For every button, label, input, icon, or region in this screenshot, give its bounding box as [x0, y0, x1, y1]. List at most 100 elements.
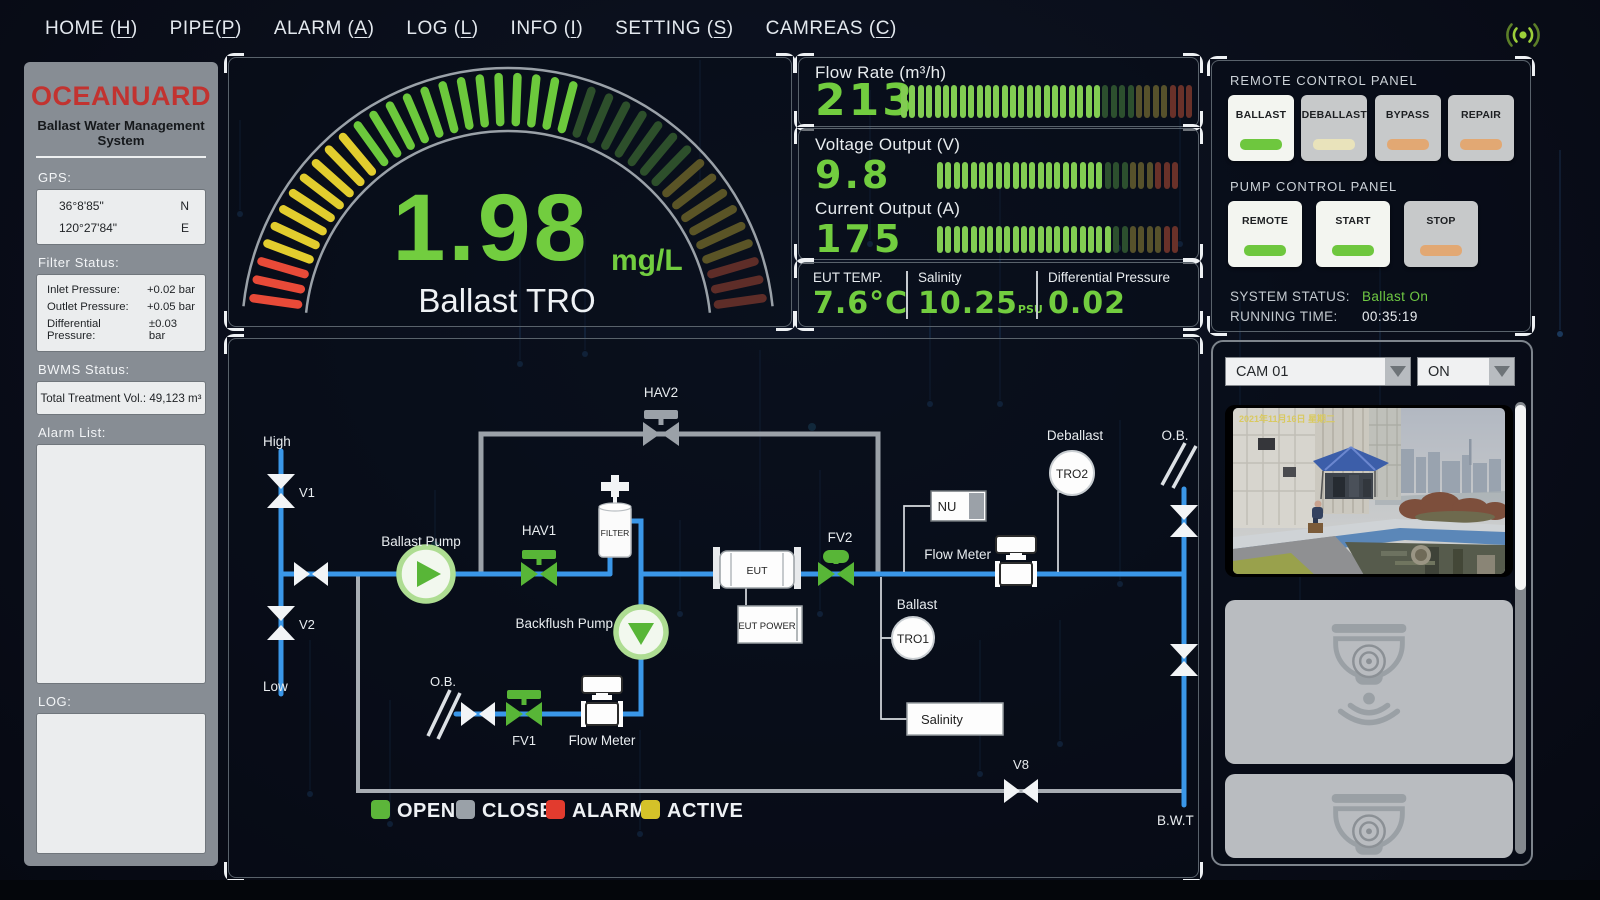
- bar-segment: [1178, 85, 1184, 118]
- repair-indicator: [1460, 139, 1502, 150]
- nav-setting[interactable]: SETTING (S): [615, 18, 733, 40]
- camera-select-dropdown[interactable]: CAM 01: [1225, 357, 1411, 386]
- repair-button[interactable]: REPAIR: [1448, 95, 1514, 161]
- nav-pipe[interactable]: PIPE(P): [170, 18, 242, 40]
- bar-segment: [1155, 226, 1161, 253]
- pump-control-title: PUMP CONTROL PANEL: [1230, 179, 1397, 194]
- divider: [906, 271, 908, 319]
- camera-placeholder-1: [1225, 600, 1513, 764]
- bwt-label: B.W.T: [1157, 813, 1194, 828]
- nav-log[interactable]: LOG (L): [406, 18, 478, 40]
- bar-segment: [1096, 162, 1102, 189]
- log-box: [36, 713, 206, 854]
- flow-meter-backflush-label: Flow Meter: [569, 733, 636, 748]
- bar-segment: [954, 162, 960, 189]
- bar-segment: [1136, 85, 1142, 118]
- chevron-down-icon: [1489, 358, 1514, 385]
- bwms-status-box: Total Treatment Vol.: 49,123 m³: [36, 381, 206, 415]
- remote-indicator: [1244, 245, 1286, 256]
- camera-placeholder-2: [1225, 774, 1513, 858]
- bar-segment: [1094, 85, 1100, 118]
- bar-segment: [1054, 162, 1060, 189]
- flow-rate-bargraph: [901, 85, 1192, 118]
- dome-camera-icon: [1310, 794, 1428, 858]
- divider: [36, 156, 206, 158]
- nav-cameras[interactable]: CAMREAS (C): [766, 18, 897, 40]
- diff-pressure-value: 0.02: [1048, 286, 1126, 321]
- bar-segment: [1029, 226, 1035, 253]
- start-button[interactable]: START: [1316, 201, 1390, 267]
- v8-label: V8: [1013, 757, 1029, 772]
- current-label: Current Output (A): [815, 199, 960, 219]
- nav-home[interactable]: HOME (H): [45, 18, 138, 40]
- legend-open-label: OPEN: [397, 800, 456, 822]
- gauge-value: 1.98: [393, 175, 590, 281]
- pump-button-row: REMOTE START STOP: [1228, 201, 1514, 267]
- environment-panel: EUT TEMP. 7.6°C Salinity 10.25PSU Differ…: [798, 262, 1199, 327]
- bar-segment: [993, 85, 999, 118]
- eut-temp-value: 7.6°C: [813, 286, 908, 321]
- camera-panel: CAM 01 ON: [1211, 340, 1533, 866]
- nav-info[interactable]: INFO (I): [511, 18, 584, 40]
- bar-segment: [1111, 85, 1117, 118]
- bar-segment: [1119, 85, 1125, 118]
- flow-rate-panel: Flow Rate (m³/h) 213: [798, 57, 1199, 127]
- pipe-diagram: High Low V1 V2 Ballast Pump HAV2 HAV1: [229, 339, 1198, 877]
- bar-segment: [1046, 226, 1052, 253]
- salinity-sensor: Salinity: [907, 703, 1003, 735]
- bar-segment: [1122, 162, 1128, 189]
- bypass-indicator: [1387, 139, 1429, 150]
- bypass-button[interactable]: BYPASS: [1375, 95, 1441, 161]
- ballast-pump-label: Ballast Pump: [381, 534, 461, 549]
- camera-scrollbar-thumb[interactable]: [1515, 405, 1526, 590]
- bar-segment: [945, 162, 951, 189]
- filter-label: FILTER: [601, 528, 630, 538]
- bar-segment: [1147, 162, 1153, 189]
- ob-bottom-label: O.B.: [430, 674, 456, 689]
- nav-alarm[interactable]: ALARM (A): [274, 18, 375, 40]
- gps-row: 36°8'85"N: [59, 199, 189, 213]
- bar-segment: [1027, 85, 1033, 118]
- legend-active-label: ACTIVE: [667, 800, 743, 822]
- bar-segment: [1063, 226, 1069, 253]
- bar-segment: [1155, 162, 1161, 189]
- bar-segment: [1021, 162, 1027, 189]
- deballast-button[interactable]: DEBALLAST: [1301, 95, 1367, 161]
- camera-power-dropdown[interactable]: ON: [1417, 357, 1515, 386]
- bar-segment: [962, 226, 968, 253]
- remote-button[interactable]: REMOTE: [1228, 201, 1302, 267]
- eut-power-label: EUT POWER: [738, 621, 795, 632]
- stop-button[interactable]: STOP: [1404, 201, 1478, 267]
- bar-segment: [1170, 85, 1176, 118]
- top-nav: HOME (H) PIPE(P) ALARM (A) LOG (L) INFO …: [45, 18, 897, 40]
- bar-segment: [1060, 85, 1066, 118]
- status-legend: OPEN CLOSE ALARM ACTIVE: [371, 800, 743, 822]
- tro-gauge: 1.98 mg/L Ballast TRO: [229, 58, 791, 326]
- bar-segment: [1080, 226, 1086, 253]
- divider: [1036, 271, 1038, 319]
- bar-segment: [1164, 162, 1170, 189]
- logo-tagline: Ballast Water Management System: [36, 118, 206, 148]
- bwms-dashboard: { "nav": { "items": [ {"pre": "HOME (", …: [0, 0, 1600, 900]
- ob-top-label: O.B.: [1161, 428, 1188, 443]
- bar-segment: [1144, 85, 1150, 118]
- bar-segment: [1172, 162, 1178, 189]
- ballast-button[interactable]: BALLAST: [1228, 95, 1294, 161]
- eut-label: EUT: [747, 565, 769, 577]
- bar-segment: [1128, 85, 1134, 118]
- bar-segment: [1002, 85, 1008, 118]
- bar-segment: [987, 226, 993, 253]
- system-status-row: SYSTEM STATUS:Ballast On: [1230, 289, 1350, 304]
- oceanguard-logo: OCEAN UARD: [36, 76, 206, 116]
- legend-active-swatch: [641, 800, 660, 819]
- bar-segment: [1054, 226, 1060, 253]
- bar-segment: [901, 85, 907, 118]
- bar-segment: [979, 162, 985, 189]
- bar-segment: [985, 85, 991, 118]
- bar-segment: [1018, 85, 1024, 118]
- camera-scrollbar[interactable]: [1515, 402, 1526, 854]
- filter-unit: FILTER: [599, 475, 631, 557]
- bar-segment: [1038, 162, 1044, 189]
- filter-row: Differential Pressure:±0.03 bar: [47, 318, 195, 342]
- high-label: High: [263, 434, 291, 449]
